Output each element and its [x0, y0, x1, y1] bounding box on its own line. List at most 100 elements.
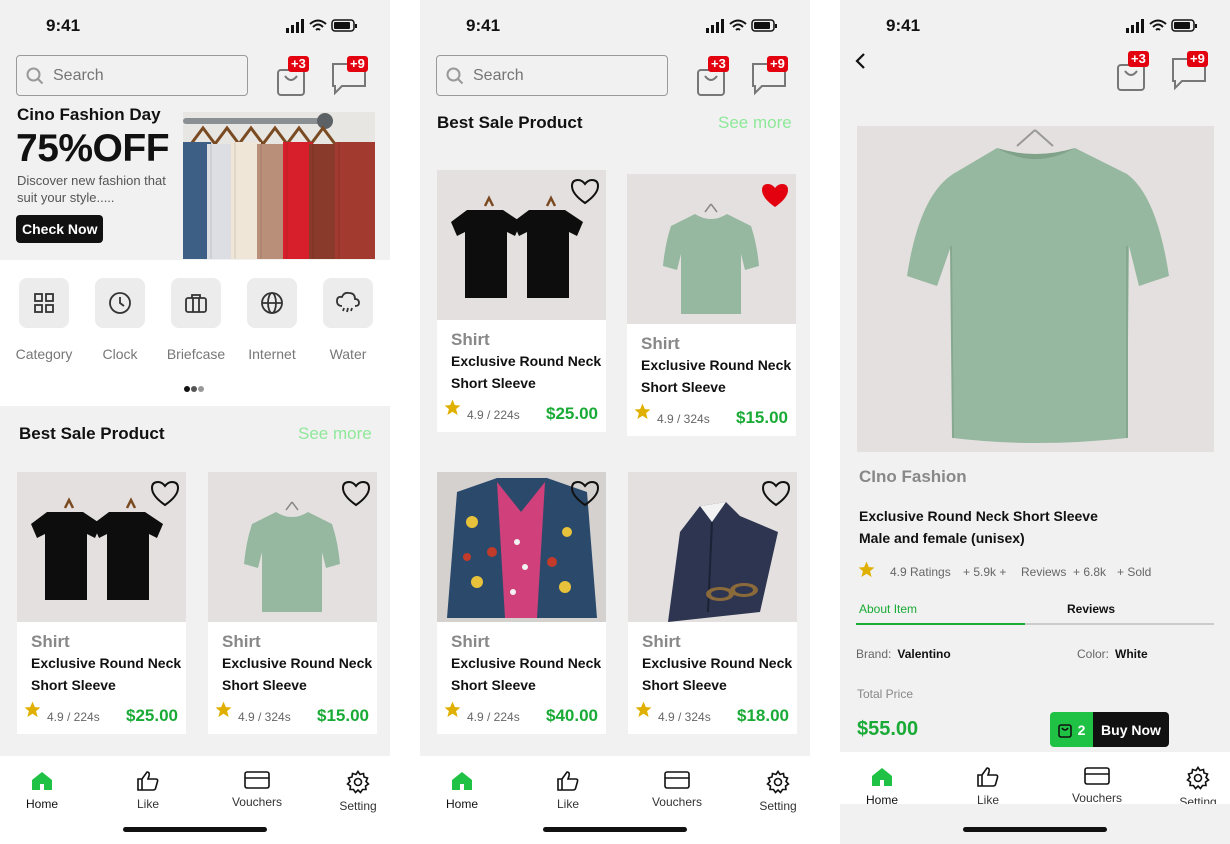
like-button[interactable] [150, 480, 180, 512]
search-input[interactable] [473, 64, 653, 88]
gear-icon [346, 770, 370, 794]
like-button[interactable] [570, 178, 600, 210]
status-time: 9:41 [46, 16, 81, 35]
category-item-clock[interactable]: Clock [90, 278, 150, 362]
search-input[interactable] [53, 64, 233, 88]
buy-now-button[interactable]: Buy Now [1093, 712, 1169, 747]
gear-icon [766, 770, 790, 794]
product-card[interactable]: Shirt Exclusive Round Neck Short Sleeve 4.… [437, 472, 606, 734]
tab-label: Home [25, 797, 58, 811]
sold-count: + 6.8k [1073, 565, 1107, 579]
search-icon [446, 67, 464, 85]
product-card[interactable]: Shirt Exclusive Round Neck Short Sleeve 4.… [627, 174, 796, 436]
heart-outline-icon[interactable] [150, 480, 180, 507]
tab-about-item[interactable]: About Item [859, 602, 917, 616]
product-card[interactable]: Shirt Exclusive Round Neck Short Sleeve 4.… [628, 472, 797, 734]
product-category: Shirt [451, 632, 490, 651]
section-title: Best Sale Product [437, 113, 583, 132]
cart-button[interactable]: +3 [274, 56, 314, 100]
product-name-line2: Male and female (unisex) [859, 530, 1025, 546]
tab-setting[interactable]: Setting [1158, 766, 1230, 809]
heart-outline-icon[interactable] [341, 480, 371, 507]
messages-button[interactable]: +9 [330, 56, 370, 100]
messages-badge: +9 [347, 56, 368, 72]
product-card[interactable]: Shirt Exclusive Round Neck Short Sleeve 4.… [437, 170, 606, 432]
product-image [857, 126, 1214, 452]
category-label: Internet [248, 346, 296, 362]
tab-label: Vouchers [1071, 791, 1123, 805]
tab-like[interactable]: Like [108, 770, 188, 811]
cart-badge: +3 [1128, 51, 1149, 67]
tab-home[interactable]: Home [2, 770, 82, 811]
product-name: Exclusive Round Neck Short Sleeve [451, 353, 602, 391]
tab-setting[interactable]: Setting [318, 770, 390, 813]
see-more-link[interactable]: See more [298, 424, 372, 444]
tab-like[interactable]: Like [948, 766, 1028, 807]
grid-icon [34, 293, 54, 313]
tab-home[interactable]: Home [842, 766, 922, 807]
thumbs-up-icon [977, 767, 999, 787]
tab-vouchers[interactable]: Vouchers [637, 770, 717, 809]
messages-button[interactable]: +9 [1170, 51, 1210, 95]
product-name: Exclusive Round Neck Short Sleeve [642, 655, 793, 693]
tab-vouchers[interactable]: Vouchers [1057, 766, 1137, 805]
product-name: Exclusive Round Neck Short Sleeve [222, 655, 373, 693]
sold-label: + Sold [1117, 565, 1152, 579]
search-bar[interactable] [16, 55, 248, 96]
check-now-button[interactable]: Check Now [16, 215, 104, 243]
category-item-category[interactable]: Category [14, 278, 74, 362]
messages-button[interactable]: +9 [750, 56, 790, 100]
home-screen: 9:41 +3 +9 Cino Fashion Day 75%OFF Disco… [0, 0, 390, 844]
product-price: $25.00 [546, 404, 598, 423]
best-sale-screen: 9:41 +3 +9 Best Sale Product See more Sh… [420, 0, 810, 844]
product-category: Shirt [451, 330, 490, 349]
product-name-line1: Exclusive Round Neck Short Sleeve [859, 508, 1098, 524]
home-icon [32, 772, 52, 790]
add-to-cart-button[interactable]: 2 [1050, 712, 1093, 747]
heart-outline-icon[interactable] [570, 178, 600, 205]
product-name: Exclusive Round Neck Short Sleeve [641, 357, 792, 395]
cart-button[interactable]: +3 [694, 56, 734, 100]
category-item-briefcase[interactable]: Briefcase [166, 278, 226, 362]
category-item-water[interactable]: Water [318, 278, 378, 362]
see-more-link[interactable]: See more [718, 113, 792, 133]
tab-bar: Home Like Vouchers Setting [840, 752, 1230, 809]
category-item-internet[interactable]: Internet [242, 278, 302, 362]
heart-outline-icon[interactable] [761, 480, 791, 507]
tab-reviews[interactable]: Reviews [1067, 602, 1115, 616]
briefcase-icon [185, 294, 207, 313]
globe-icon [261, 292, 283, 314]
like-button[interactable] [341, 480, 371, 512]
like-button[interactable] [761, 480, 791, 512]
product-card[interactable]: Shirt Exclusive Round Neck Short Sleeve 4.… [17, 472, 186, 734]
tab-home[interactable]: Home [422, 770, 502, 811]
home-indicator-area [840, 804, 1230, 844]
search-bar[interactable] [436, 55, 668, 96]
cart-button[interactable]: +3 [1114, 51, 1154, 95]
product-rating: 4.9 / 324s [658, 710, 711, 724]
like-button[interactable] [570, 480, 600, 512]
like-button[interactable] [760, 182, 790, 214]
heart-filled-icon[interactable] [760, 182, 790, 209]
banner-title: Cino Fashion Day [17, 105, 161, 124]
product-image [628, 472, 797, 622]
back-arrow-icon[interactable] [854, 52, 866, 70]
detail-tabs: About Item Reviews [856, 600, 1214, 625]
category-carousel: Category Clock Briefcase Internet Water [0, 260, 390, 406]
product-card[interactable]: Shirt Exclusive Round Neck Short Sleeve 4.… [208, 472, 377, 734]
tab-vouchers[interactable]: Vouchers [217, 770, 297, 809]
product-price: $15.00 [736, 408, 788, 427]
tab-setting[interactable]: Setting [738, 770, 810, 813]
tab-like[interactable]: Like [528, 770, 608, 811]
tab-label: Setting [759, 799, 797, 813]
heart-outline-icon[interactable] [570, 480, 600, 507]
star-icon [634, 403, 651, 420]
reviews-count: + 5.9k + [963, 565, 1007, 579]
category-label: Category [15, 346, 73, 362]
card-icon [1084, 767, 1110, 785]
category-label: Water [329, 346, 367, 362]
home-indicator [963, 827, 1107, 832]
product-rating: 4.9 / 224s [47, 710, 100, 724]
product-image [208, 472, 377, 622]
section-title: Best Sale Product [19, 424, 165, 443]
